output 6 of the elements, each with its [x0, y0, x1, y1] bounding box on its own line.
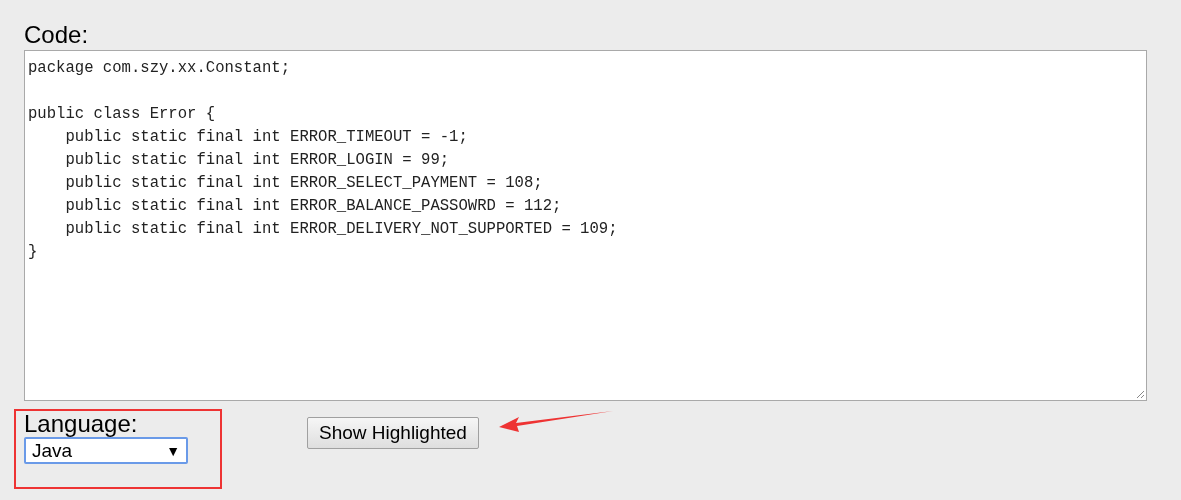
show-highlighted-button[interactable]: Show Highlighted: [307, 417, 479, 449]
language-select[interactable]: Java ▼: [24, 437, 188, 464]
resize-grip-icon[interactable]: [1136, 390, 1145, 399]
code-field[interactable]: package com.szy.xx.Constant; public class Error { public static final int ERROR_TIMEOUT = -1; public static final int ERROR_LOGIN = 99; public static final int ERROR_SELECT_PAYMENT = 108; public static final int ERROR_BALANCE_PASSOWRD = 112; public static final int ERROR_DELIVERY_NOT_SUPPORTED = 109; }: [24, 50, 1147, 401]
code-label: Code:: [24, 20, 90, 50]
language-label: Language:: [24, 411, 139, 437]
